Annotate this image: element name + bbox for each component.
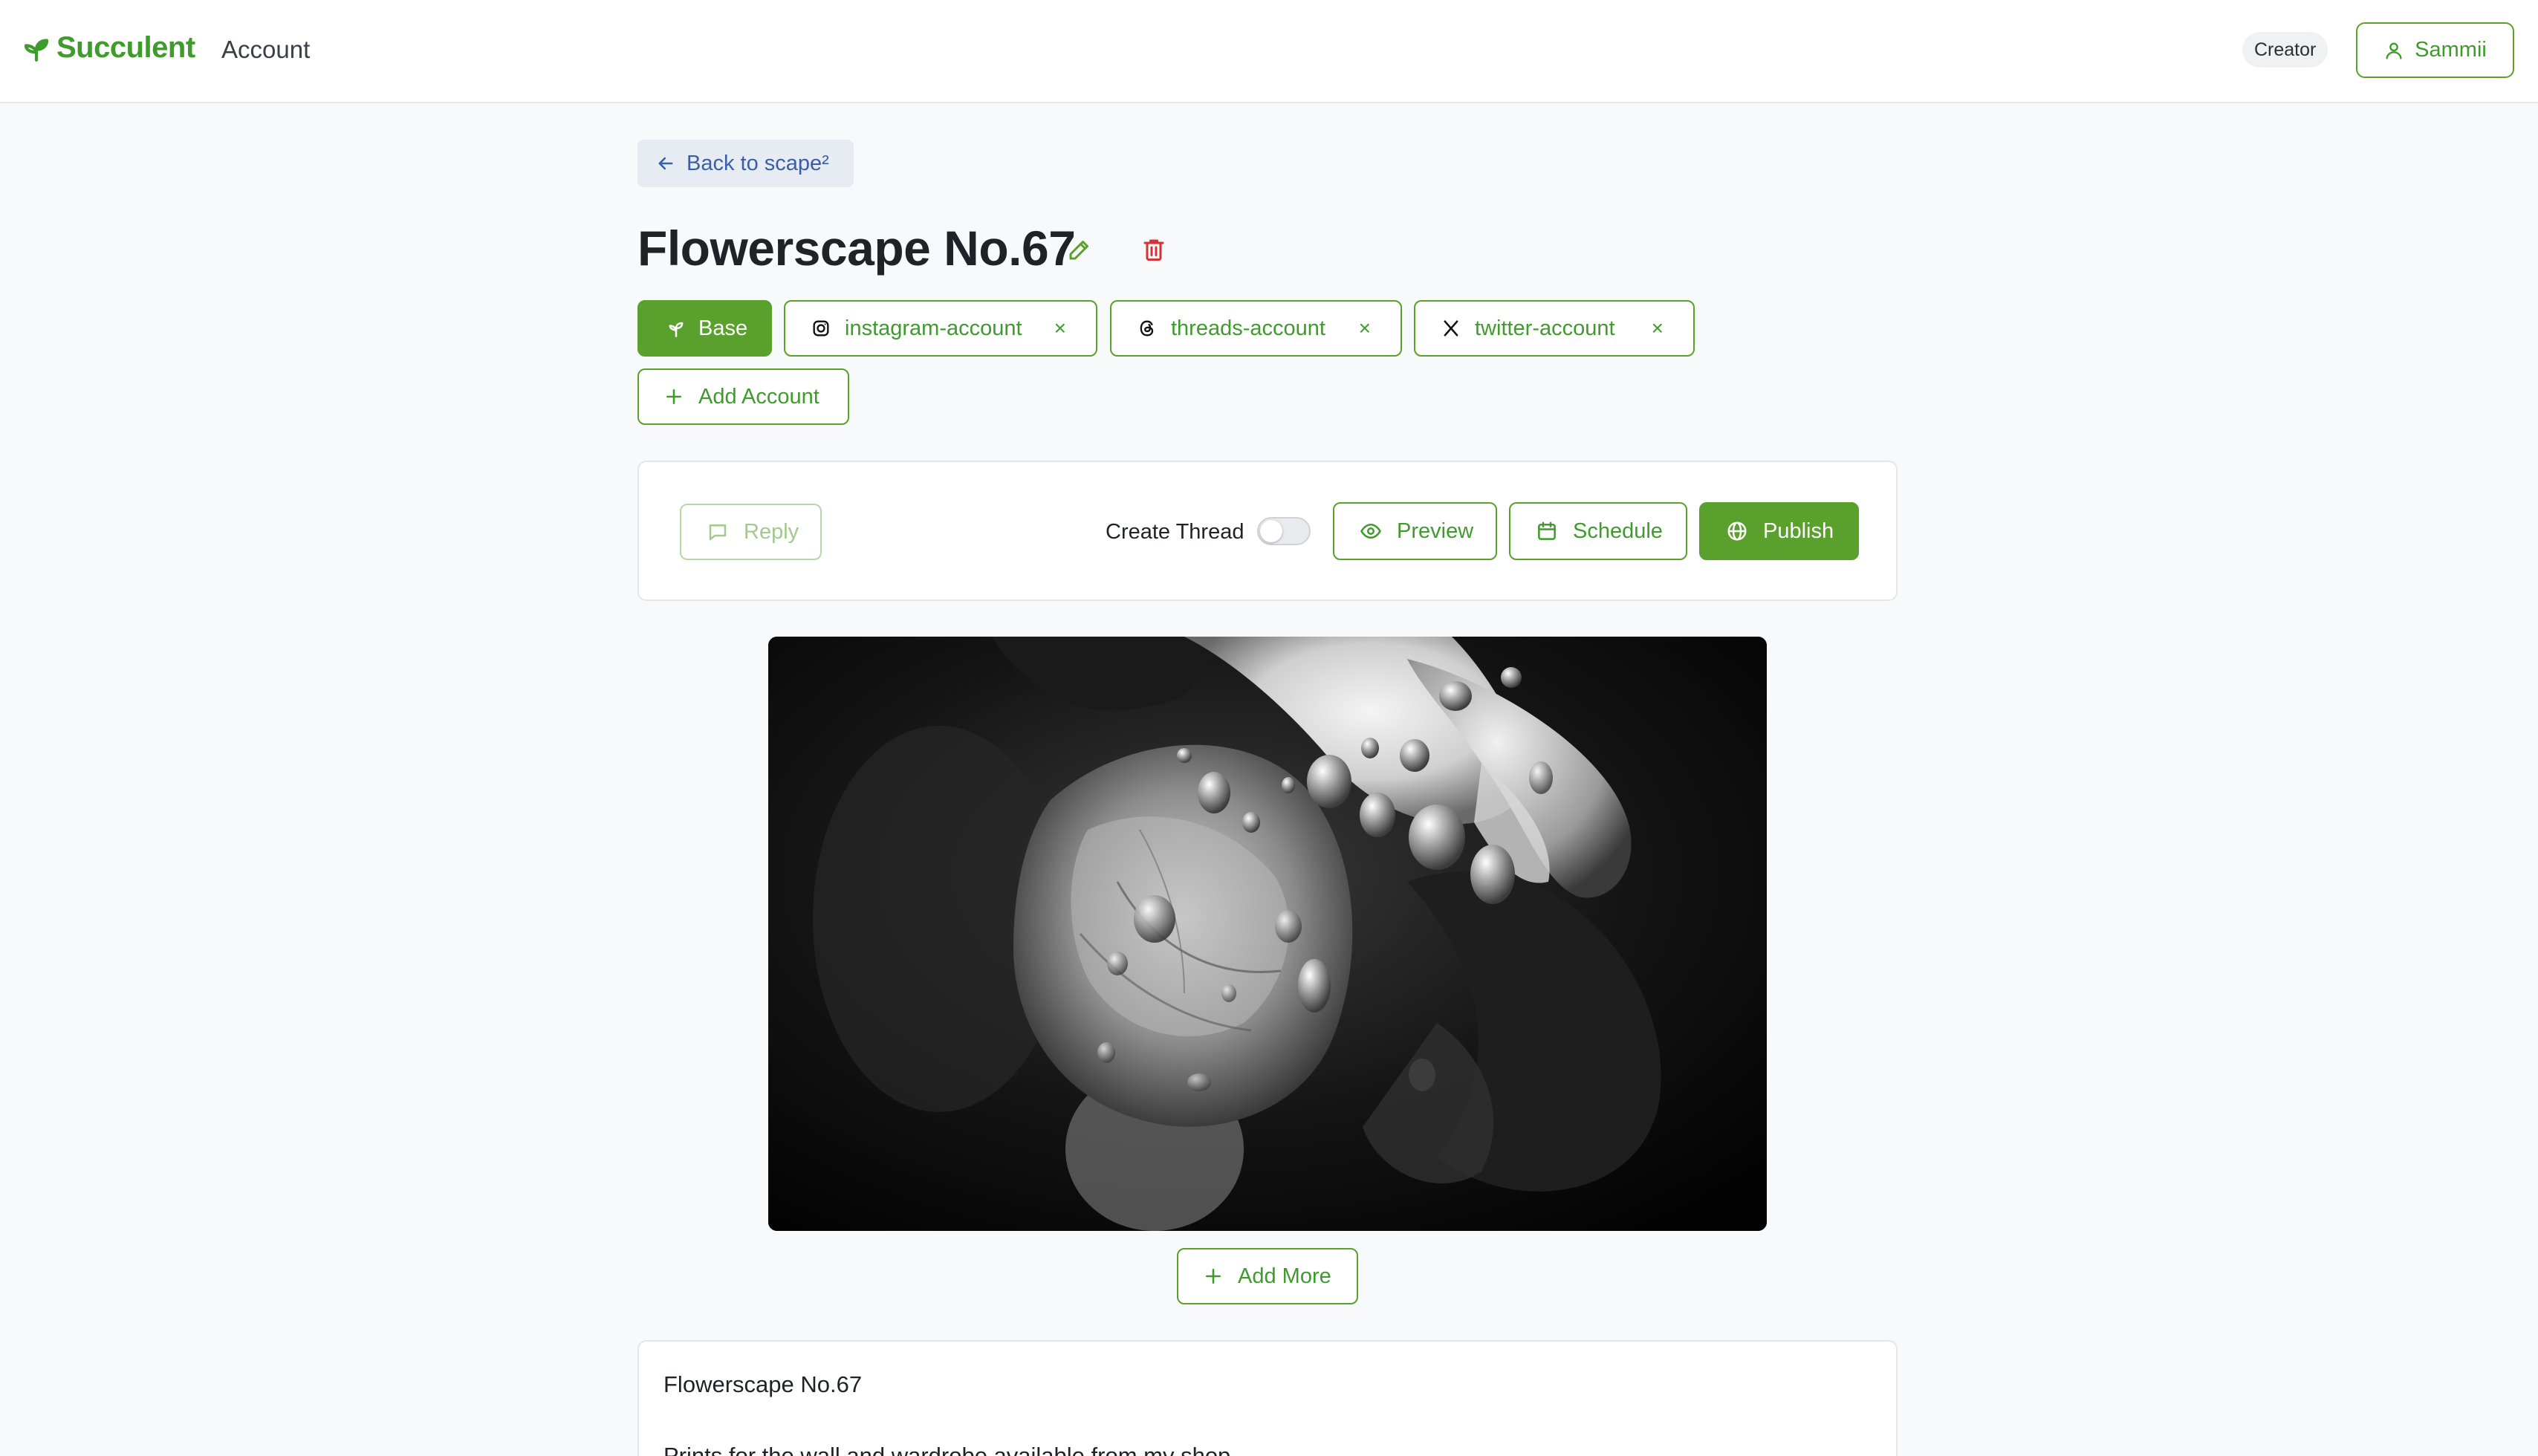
caption-editor[interactable]: Flowerscape No.67 Prints for the wall an… bbox=[637, 1340, 1898, 1456]
pencil-icon[interactable] bbox=[1066, 236, 1093, 263]
account-chip-base[interactable]: Base bbox=[637, 300, 772, 357]
preview-button[interactable]: Preview bbox=[1333, 502, 1497, 560]
create-thread-toggle[interactable] bbox=[1257, 517, 1311, 545]
user-menu-button[interactable]: Sammii bbox=[2356, 22, 2514, 78]
back-button[interactable]: Back to scape² bbox=[637, 140, 854, 187]
sprout-icon bbox=[24, 38, 49, 62]
trash-icon[interactable] bbox=[1140, 235, 1167, 264]
account-chip-instagram[interactable]: instagram-account × bbox=[784, 300, 1097, 357]
publish-button[interactable]: Publish bbox=[1699, 502, 1859, 560]
eye-icon bbox=[1360, 524, 1381, 539]
post-image[interactable] bbox=[768, 637, 1767, 1231]
plus-icon bbox=[1206, 1269, 1221, 1284]
globe-icon bbox=[1727, 521, 1747, 541]
account-chip-label: Base bbox=[698, 316, 748, 340]
post-toolbar: Reply Create Thread Preview Schedule Pub… bbox=[637, 461, 1898, 601]
remove-account-icon[interactable]: × bbox=[1652, 316, 1664, 340]
create-thread-label: Create Thread bbox=[1106, 520, 1244, 544]
x-twitter-icon bbox=[1444, 320, 1458, 337]
remove-account-icon[interactable]: × bbox=[1359, 316, 1371, 340]
account-chip-twitter[interactable]: twitter-account × bbox=[1414, 300, 1695, 357]
calendar-icon bbox=[1538, 521, 1556, 540]
remove-account-icon[interactable]: × bbox=[1054, 316, 1066, 340]
preview-label: Preview bbox=[1397, 519, 1474, 543]
flower-photo bbox=[768, 637, 1767, 1231]
threads-icon bbox=[1140, 320, 1154, 337]
brand-name: Succulent bbox=[56, 31, 195, 64]
add-more-label: Add More bbox=[1238, 1264, 1331, 1288]
schedule-button[interactable]: Schedule bbox=[1509, 502, 1687, 560]
account-chip-label: threads-account bbox=[1171, 316, 1325, 340]
add-account-button[interactable]: Add Account bbox=[637, 368, 849, 425]
reply-button[interactable]: Reply bbox=[680, 504, 822, 560]
account-chip-label: twitter-account bbox=[1475, 316, 1615, 340]
add-more-button[interactable]: Add More bbox=[1177, 1248, 1358, 1304]
reply-label: Reply bbox=[744, 519, 799, 544]
brand-logo[interactable]: Succulent bbox=[21, 31, 195, 65]
user-name: Sammii bbox=[2415, 38, 2487, 62]
top-navbar: Succulent Account Creator Sammii bbox=[0, 0, 2538, 103]
sprout-icon bbox=[669, 322, 684, 337]
page-title: Flowerscape No.67 bbox=[637, 221, 1076, 276]
arrow-left-icon bbox=[658, 157, 673, 170]
account-chip-threads[interactable]: threads-account × bbox=[1110, 300, 1402, 357]
caption-text-line: Prints for the wall and wardrobe availab… bbox=[663, 1443, 1231, 1456]
instagram-icon bbox=[813, 320, 829, 337]
schedule-label: Schedule bbox=[1573, 519, 1663, 543]
account-chip-label: instagram-account bbox=[845, 316, 1022, 340]
add-account-label: Add Account bbox=[698, 384, 820, 409]
role-badge: Creator bbox=[2242, 32, 2328, 68]
caption-text-line: Flowerscape No.67 bbox=[663, 1371, 863, 1397]
publish-label: Publish bbox=[1763, 519, 1834, 543]
message-icon bbox=[709, 524, 727, 541]
user-icon bbox=[2386, 42, 2402, 59]
plus-icon bbox=[666, 389, 681, 404]
toggle-knob bbox=[1260, 520, 1282, 542]
back-button-label: Back to scape² bbox=[687, 151, 829, 175]
nav-account-link[interactable]: Account bbox=[221, 36, 310, 64]
